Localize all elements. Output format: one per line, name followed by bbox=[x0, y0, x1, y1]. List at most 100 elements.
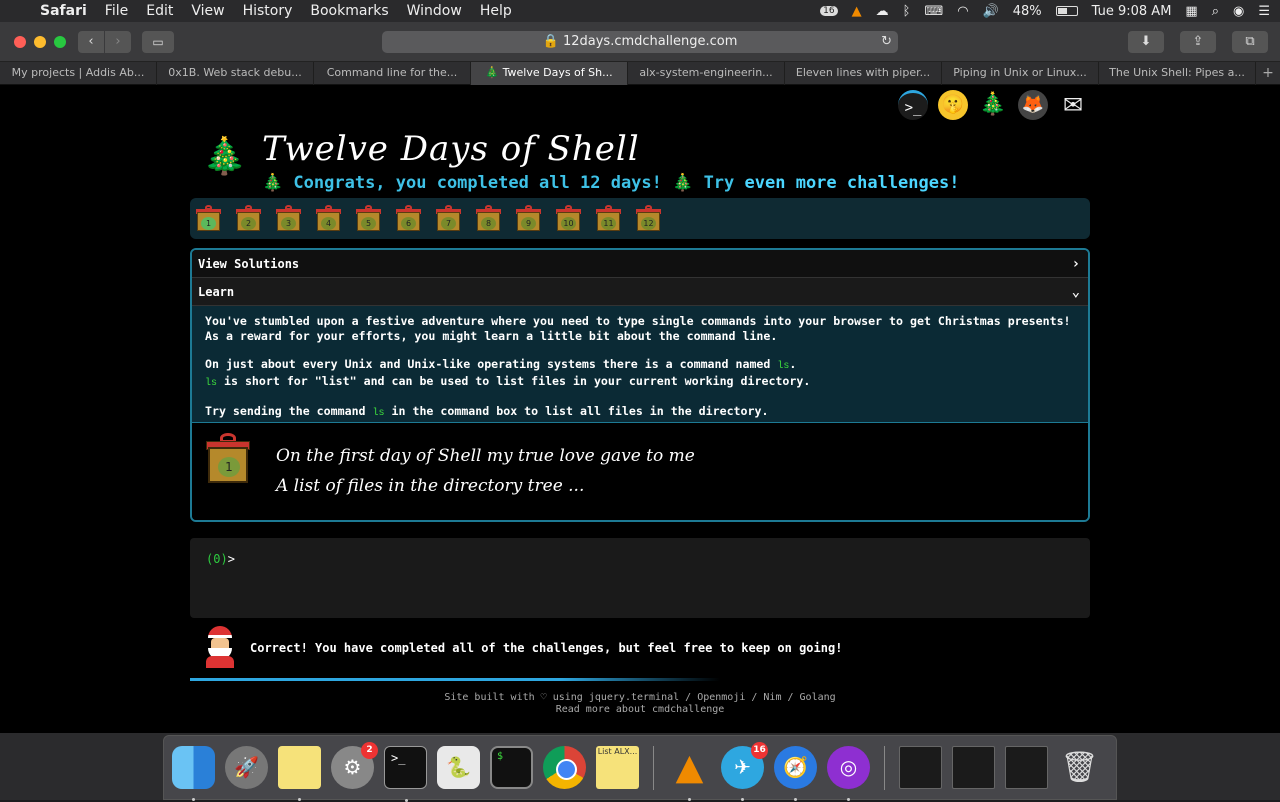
footer: Site built with ♡ using jquery.terminal … bbox=[0, 692, 1280, 716]
gift-day-12[interactable]: 12 bbox=[636, 205, 661, 232]
calendar-icon[interactable]: ▦ bbox=[1185, 4, 1197, 19]
clock[interactable]: Tue 9:08 AM bbox=[1092, 4, 1172, 19]
menu-help[interactable]: Help bbox=[480, 3, 512, 19]
top-links: >_ 🤫 🎄 🦊 ✉ bbox=[898, 90, 1088, 120]
sidebar-toggle-icon[interactable]: ▭ bbox=[142, 31, 174, 53]
cmdchallenge-terminal-icon[interactable]: >_ bbox=[898, 90, 928, 120]
learn-p3-text-a: Try sending the command bbox=[205, 404, 366, 418]
gift-day-2[interactable]: 2 bbox=[236, 205, 261, 232]
minimized-window-thumbnail[interactable] bbox=[952, 746, 995, 789]
wifi-icon[interactable]: ◠ bbox=[957, 4, 968, 19]
system-preferences-icon[interactable]: ⚙ 2 bbox=[331, 742, 378, 789]
chrome-icon[interactable] bbox=[543, 746, 586, 789]
more-challenges-link[interactable]: even more challenges! bbox=[745, 173, 960, 193]
menu-bookmarks[interactable]: Bookmarks bbox=[310, 3, 388, 19]
gift-day-6[interactable]: 6 bbox=[396, 205, 421, 232]
learn-label: Learn bbox=[198, 285, 235, 299]
keyboard-icon[interactable]: ⌨ bbox=[924, 4, 943, 19]
learn-toggle[interactable]: Learn ⌄ bbox=[192, 278, 1088, 306]
gitlab-icon[interactable]: 🦊 bbox=[1018, 90, 1048, 120]
tab-command-line[interactable]: Command line for the... bbox=[314, 62, 471, 85]
gift-day-3[interactable]: 3 bbox=[276, 205, 301, 232]
share-icon[interactable]: ⇪ bbox=[1180, 31, 1216, 53]
tab-twelve-days-label: Twelve Days of Sh... bbox=[502, 66, 613, 79]
tab-overview-icon[interactable]: ⧉ bbox=[1232, 31, 1268, 53]
spotlight-search-icon[interactable]: ⌕ bbox=[1212, 4, 1219, 19]
congrats-text: Congrats, you completed all 12 days! bbox=[293, 173, 662, 193]
back-button[interactable]: ‹ bbox=[78, 31, 104, 53]
launchpad-icon[interactable]: 🚀 bbox=[225, 746, 268, 789]
browser-toolbar: ‹ › ▭ 🔒 12days.cmdchallenge.com ↻ ⬇ ⇪ ⧉ bbox=[0, 22, 1280, 62]
gift-day-4[interactable]: 4 bbox=[316, 205, 341, 232]
learn-content: You've stumbled upon a festive adventure… bbox=[192, 306, 1088, 422]
tab-eleven-lines[interactable]: Eleven lines with piper... bbox=[785, 62, 942, 85]
menu-app-safari[interactable]: Safari bbox=[40, 3, 87, 19]
menu-history[interactable]: History bbox=[243, 3, 293, 19]
battery-percent[interactable]: 48% bbox=[1013, 4, 1042, 19]
podcasts-icon[interactable]: ◎ bbox=[827, 746, 870, 801]
telegram-icon[interactable]: ✈ 16 bbox=[721, 742, 768, 801]
iterm-icon[interactable]: $ bbox=[490, 746, 533, 789]
volume-icon[interactable]: 🔊 bbox=[983, 4, 999, 19]
minimize-window-button[interactable] bbox=[34, 36, 46, 48]
reload-icon[interactable]: ↻ bbox=[881, 31, 892, 53]
tab-alx-system-engineering[interactable]: alx-system-engineerin... bbox=[628, 62, 785, 85]
gift-day-10[interactable]: 10 bbox=[556, 205, 581, 232]
trash-icon[interactable]: 🗑 bbox=[1058, 746, 1101, 789]
stickies-icon[interactable]: List ALX... bbox=[596, 746, 639, 789]
gift-day-5[interactable]: 5 bbox=[356, 205, 381, 232]
gift-day-11[interactable]: 11 bbox=[596, 205, 621, 232]
terminal-icon[interactable]: >_ bbox=[384, 746, 427, 802]
fullscreen-window-button[interactable] bbox=[54, 36, 66, 48]
bluetooth-icon[interactable]: ᛒ bbox=[903, 4, 911, 19]
notification-center-icon[interactable]: ☰ bbox=[1258, 4, 1270, 19]
menu-edit[interactable]: Edit bbox=[146, 3, 173, 19]
poem-line-2: A list of files in the directory tree ..… bbox=[276, 476, 585, 496]
learn-p2-text-b: is short for "list" and can be used to l… bbox=[224, 374, 811, 388]
mail-icon[interactable]: ✉ bbox=[1058, 90, 1088, 120]
python-launcher-icon[interactable]: 🐍 bbox=[437, 746, 480, 789]
gift-day-9[interactable]: 9 bbox=[516, 205, 541, 232]
notification-badge-icon[interactable]: 16 bbox=[820, 6, 838, 16]
forward-button[interactable]: › bbox=[105, 31, 131, 53]
tab-bar: My projects | Addis Ab... 0x1B. Web stac… bbox=[0, 62, 1280, 85]
gift-day-1[interactable]: 1 bbox=[196, 205, 221, 232]
new-tab-button[interactable]: + bbox=[1256, 62, 1280, 84]
gift-day-7[interactable]: 7 bbox=[436, 205, 461, 232]
minimized-window-thumbnail[interactable] bbox=[899, 746, 942, 789]
christmas-tree-icon[interactable]: 🎄 bbox=[978, 90, 1008, 120]
siri-icon[interactable]: ◉ bbox=[1233, 4, 1244, 19]
tab-web-stack-debugging[interactable]: 0x1B. Web stack debu... bbox=[157, 62, 314, 85]
terminal-prompt[interactable]: (0)> bbox=[206, 552, 235, 566]
address-bar-url: 12days.cmdchallenge.com bbox=[562, 34, 738, 49]
menu-view[interactable]: View bbox=[191, 3, 224, 19]
dock: 🚀 ⚙ 2 >_ 🐍 $ List ALX... ▲ ✈ 16 🧭 ◎ 🗑 bbox=[163, 735, 1117, 802]
gift-day-8[interactable]: 8 bbox=[476, 205, 501, 232]
tab-my-projects[interactable]: My projects | Addis Ab... bbox=[0, 62, 157, 85]
battery-icon[interactable] bbox=[1055, 6, 1078, 16]
menu-window[interactable]: Window bbox=[407, 3, 462, 19]
view-solutions-toggle[interactable]: View Solutions › bbox=[192, 250, 1088, 278]
footer-read-more-link[interactable]: Read more about cmdchallenge bbox=[0, 704, 1280, 716]
notes-icon[interactable] bbox=[278, 746, 321, 801]
menu-file[interactable]: File bbox=[105, 3, 128, 19]
menu-bar: Safari File Edit View History Bookmarks … bbox=[0, 0, 1280, 22]
tab-twelve-days-of-shell[interactable]: 🎄 Twelve Days of Sh... bbox=[471, 62, 628, 85]
gift-number: 10 bbox=[561, 217, 576, 230]
command-terminal[interactable]: (0)> bbox=[190, 538, 1090, 618]
tab-piping-in-unix[interactable]: Piping in Unix or Linux... bbox=[942, 62, 1099, 85]
ls-code: ls bbox=[372, 408, 385, 419]
close-window-button[interactable] bbox=[14, 36, 26, 48]
cloud-icon[interactable]: ☁ bbox=[876, 4, 889, 19]
tab-unix-shell-pipes[interactable]: The Unix Shell: Pipes a... bbox=[1099, 62, 1256, 85]
vlc-icon[interactable]: ▲ bbox=[668, 746, 711, 801]
footer-credits[interactable]: Site built with ♡ using jquery.terminal … bbox=[0, 692, 1280, 704]
minimized-window-thumbnail[interactable] bbox=[1005, 746, 1048, 789]
gift-progress-bar: 1 2 3 4 5 6 7 8 9 10 11 12 bbox=[190, 198, 1090, 239]
shushing-face-icon[interactable]: 🤫 bbox=[938, 90, 968, 120]
address-bar[interactable]: 🔒 12days.cmdchallenge.com ↻ bbox=[382, 31, 898, 53]
finder-icon[interactable] bbox=[172, 746, 215, 801]
safari-icon[interactable]: 🧭 bbox=[774, 746, 817, 801]
vlc-menu-icon[interactable]: ▲ bbox=[852, 4, 862, 19]
downloads-icon[interactable]: ⬇ bbox=[1128, 31, 1164, 53]
